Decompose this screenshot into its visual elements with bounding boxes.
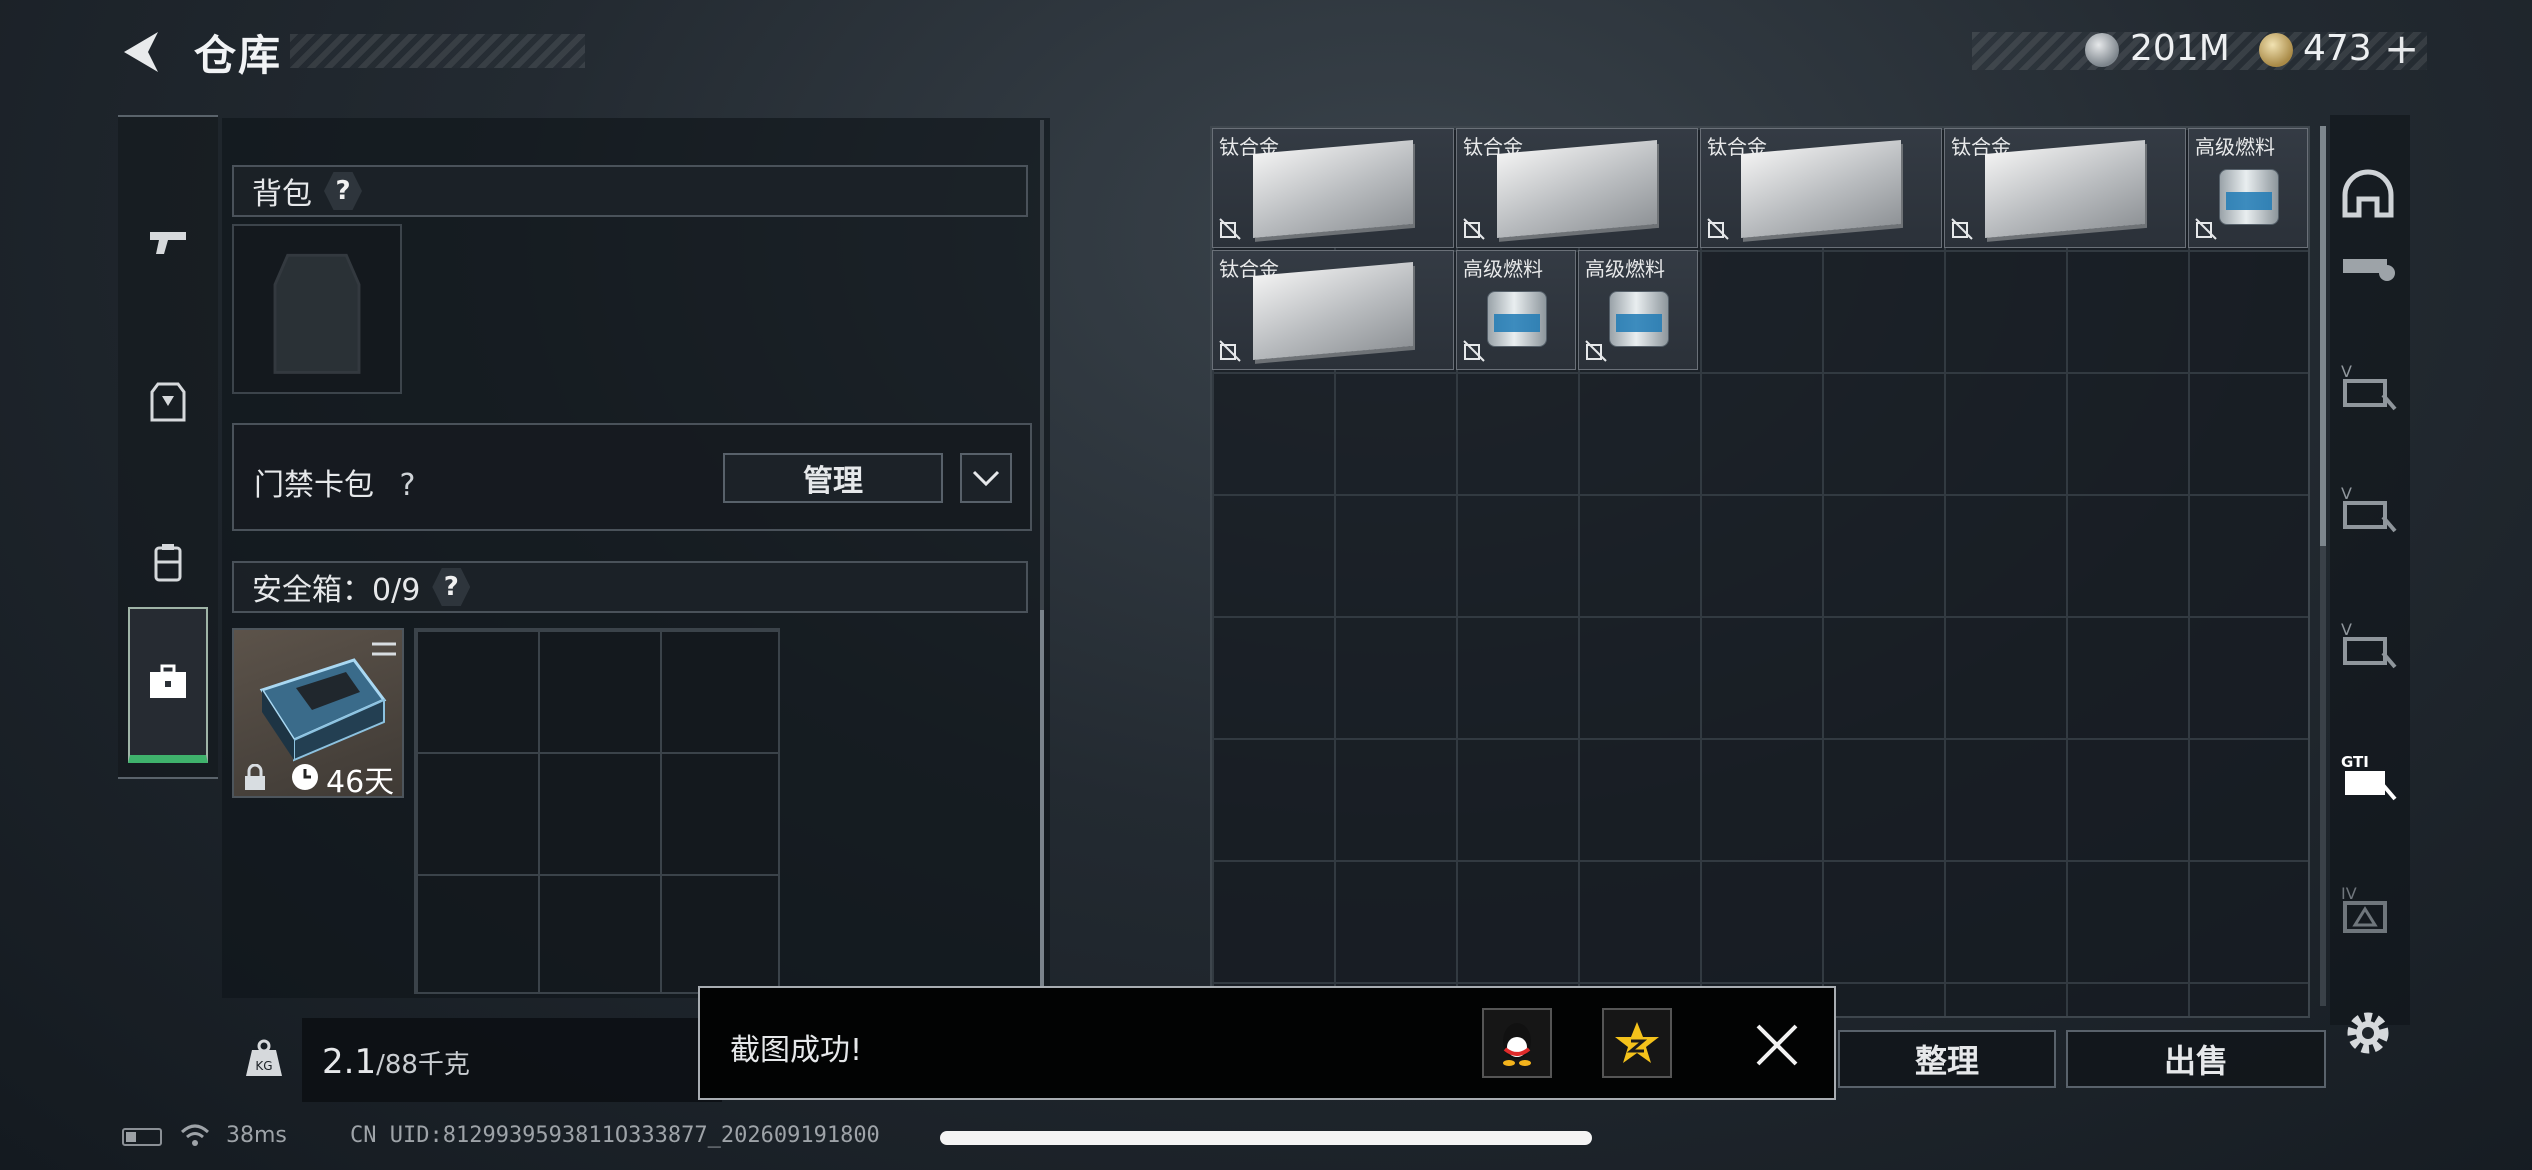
ping-readout: 38ms	[226, 1123, 287, 1148]
storage-item-titanium[interactable]: 钛合金	[1944, 128, 2186, 248]
safebox-grid[interactable]	[414, 628, 780, 994]
clock-icon	[292, 764, 318, 790]
gti-armor-icon: GTI	[2341, 753, 2397, 801]
qzone-icon	[1615, 1022, 1659, 1063]
silver-amount: 201M	[2130, 28, 2230, 69]
filter-armor-v1[interactable]: V	[2338, 358, 2398, 418]
storage-item-titanium[interactable]: 钛合金	[1212, 128, 1454, 248]
briefcase-icon	[150, 664, 186, 698]
svg-text:IV: IV	[2341, 884, 2357, 903]
wifi-icon	[180, 1124, 210, 1146]
backpack-label: 背包	[252, 177, 312, 212]
left-scrollbar-thumb[interactable]	[1040, 610, 1044, 990]
titanium-plate-icon	[1985, 140, 2145, 238]
battery-icon	[122, 1128, 162, 1146]
storage-item-fuel[interactable]: 高级燃料	[2188, 128, 2308, 248]
filter-armor-iv[interactable]: IV	[2338, 880, 2398, 940]
armor-plate-icon	[2343, 259, 2395, 281]
keycard-label: 门禁卡包 ?	[254, 468, 416, 503]
close-icon[interactable]	[1752, 1020, 1802, 1070]
helmet-icon	[2342, 169, 2394, 218]
vest-icon	[150, 382, 186, 422]
keycard-help-button[interactable]: ?	[400, 468, 416, 503]
storage-scrollbar-thumb[interactable]	[2320, 126, 2326, 546]
no-trade-icon	[1585, 340, 1607, 362]
svg-text:V: V	[2341, 362, 2352, 381]
svg-text:V: V	[2341, 620, 2352, 639]
nav-armor[interactable]	[118, 327, 218, 477]
svg-text:V: V	[2341, 484, 2352, 503]
case-duration: 46天	[326, 765, 395, 800]
no-trade-icon	[1219, 218, 1241, 240]
filter-plate[interactable]	[2338, 236, 2398, 296]
nav-safe-case[interactable]	[128, 607, 208, 763]
storage-item-fuel[interactable]: 高级燃料	[1456, 250, 1576, 370]
storage-item-titanium[interactable]: 钛合金	[1700, 128, 1942, 248]
no-trade-icon	[1951, 218, 1973, 240]
add-currency-button[interactable]: +	[2384, 24, 2419, 73]
storage-item-titanium[interactable]: 钛合金	[1456, 128, 1698, 248]
filter-armor-v3[interactable]: V	[2338, 616, 2398, 676]
category-sidebar	[118, 115, 218, 779]
safebox-help-button[interactable]: ?	[432, 568, 471, 606]
fuel-can-icon	[2219, 169, 2279, 225]
gold-amount: 473	[2303, 28, 2372, 69]
filter-armor-gti[interactable]: GTI	[2338, 748, 2398, 808]
no-trade-icon	[1707, 218, 1729, 240]
filter-helmet[interactable]	[2338, 166, 2398, 226]
backpack-slot[interactable]	[232, 224, 402, 394]
storage-item-titanium[interactable]: 钛合金	[1212, 250, 1454, 370]
safebox-label: 安全箱：0/9	[252, 573, 421, 608]
gun-icon	[150, 232, 186, 254]
v-armor-icon: V	[2341, 620, 2397, 669]
no-trade-icon	[2195, 218, 2217, 240]
qq-icon	[1503, 1023, 1531, 1066]
silver-coin-icon	[2085, 33, 2119, 67]
settings-gear-icon[interactable]	[2340, 1005, 2396, 1061]
safebox-header: 安全箱：0/9 ?	[232, 561, 1028, 613]
v-armor-icon: V	[2341, 362, 2397, 411]
share-qzone-button[interactable]	[1602, 1008, 1672, 1078]
titanium-plate-icon	[1497, 140, 1657, 238]
backpack-silhouette-icon	[273, 253, 361, 374]
v-armor-icon: V	[2341, 484, 2397, 533]
fuel-can-icon	[1609, 291, 1669, 347]
storage-item-fuel[interactable]: 高级燃料	[1578, 250, 1698, 370]
backpack-header: 背包 ?	[232, 165, 1028, 217]
sell-button[interactable]: 出售	[2066, 1030, 2326, 1088]
keycard-dropdown-button[interactable]	[960, 453, 1012, 503]
titanium-plate-icon	[1253, 140, 1413, 238]
nav-weapons[interactable]	[118, 167, 218, 317]
no-trade-icon	[1463, 218, 1485, 240]
titanium-plate-icon	[1253, 262, 1413, 360]
iv-armor-icon: IV	[2341, 884, 2387, 933]
backpack-help-button[interactable]: ?	[324, 172, 362, 210]
manage-button[interactable]: 管理	[723, 453, 943, 503]
back-arrow-icon[interactable]	[118, 28, 166, 76]
gold-coin-icon	[2259, 33, 2293, 67]
home-indicator[interactable]	[940, 1131, 1592, 1145]
no-trade-icon	[1219, 340, 1241, 362]
titanium-plate-icon	[1741, 140, 1901, 238]
weight-icon: KG	[246, 1039, 282, 1076]
toast-message: 截图成功!	[730, 1033, 863, 1068]
sort-button[interactable]: 整理	[1838, 1030, 2056, 1088]
share-qq-button[interactable]	[1482, 1008, 1552, 1078]
title-decoration	[290, 34, 585, 68]
user-uid: CN UID:8129939593811O333877_202609191800	[350, 1123, 880, 1148]
fuel-can-icon	[1487, 291, 1547, 347]
weight-readout: 2.1/88千克	[322, 1042, 470, 1082]
svg-text:KG: KG	[255, 1059, 272, 1073]
no-trade-icon	[1463, 340, 1485, 362]
bag-icon	[154, 544, 182, 582]
svg-text:GTI: GTI	[2341, 753, 2369, 771]
filter-armor-v2[interactable]: V	[2338, 480, 2398, 540]
page-title: 仓库	[194, 31, 283, 80]
chevron-down-icon	[972, 470, 1000, 487]
lock-icon	[245, 764, 265, 790]
